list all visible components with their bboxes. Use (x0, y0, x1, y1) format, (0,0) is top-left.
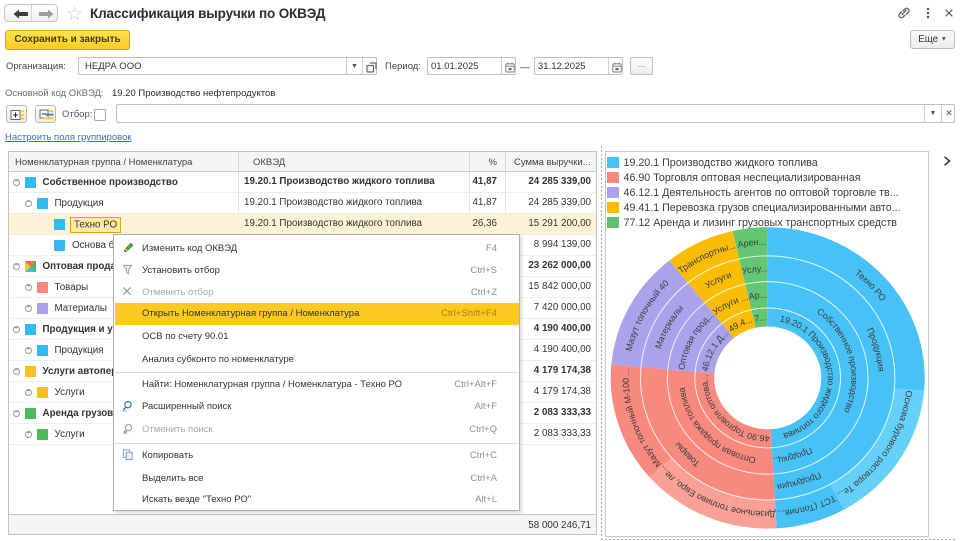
svg-text:7...: 7... (754, 312, 768, 323)
